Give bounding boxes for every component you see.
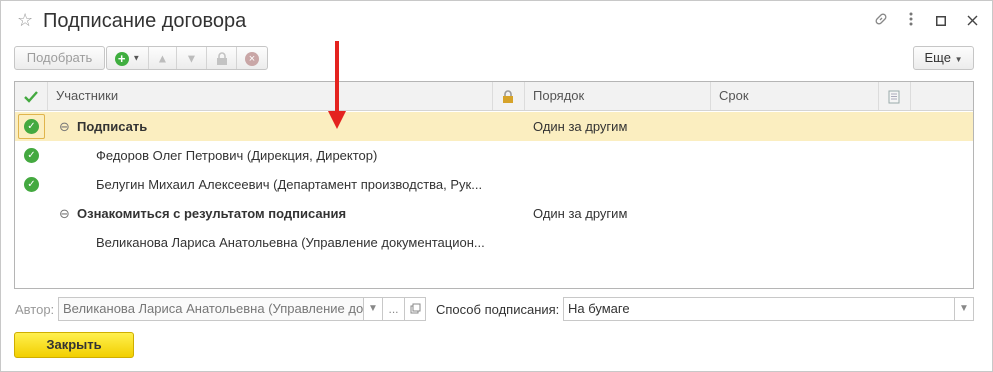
author-field[interactable]: Великанова Лариса Анатольевна (Управлени… [58,297,364,321]
method-dropdown-button[interactable]: ▼ [954,297,974,321]
column-participants[interactable]: Участники [48,82,493,110]
column-deadline[interactable]: Срок [711,82,879,110]
order-value: Один за другим [533,206,628,221]
arrow-up-icon: ▲ [156,51,169,66]
checkbox-column-header[interactable] [15,82,48,110]
table-row[interactable]: ✓ ⊖ Подписать Один за другим [15,112,973,141]
more-vert-icon[interactable] [901,11,921,31]
method-label: Способ подписания: [436,302,560,317]
lock-icon [503,89,513,103]
check-circle-icon[interactable]: ✓ [24,148,39,163]
delete-icon: × [245,51,259,66]
chevron-down-icon: ▼ [959,303,969,314]
more-button[interactable]: Еще ▼ [913,46,974,70]
add-icon: + [114,51,129,66]
table-row[interactable]: ✓ Федоров Олег Петрович (Дирекция, Дирек… [15,141,973,170]
participant-name: Федоров Олег Петрович (Дирекция, Директо… [96,148,378,163]
collapse-icon[interactable]: ⊖ [59,112,70,141]
document-icon [888,90,900,104]
author-label: Автор: [15,302,55,317]
table-header: Участники Порядок Срок [15,82,973,111]
toolbar-button-group: + ▼ ▲ ▼ × [106,46,268,70]
chevron-down-icon: ▼ [954,55,963,64]
title-bar: ☆ Подписание договора [1,1,992,41]
participants-table: Участники Порядок Срок ✓ ⊖ Подписать Оди… [14,81,974,289]
check-circle-icon[interactable]: ✓ [24,177,39,192]
annotation-arrow [335,41,339,113]
participant-name: Ознакомиться с результатом подписания [77,206,347,221]
check-circle-icon[interactable]: ✓ [24,119,39,134]
delete-button[interactable]: × [237,47,267,69]
close-button[interactable]: Закрыть [14,332,134,358]
signing-method-field[interactable]: На бумаге [563,297,955,321]
comment-column-header[interactable] [879,82,911,110]
author-select-button[interactable]: ... [382,297,405,321]
author-open-button[interactable] [404,297,426,321]
participant-name: Великанова Лариса Анатольевна (Управлени… [96,235,485,250]
maximize-icon[interactable] [931,11,951,31]
column-order[interactable]: Порядок [525,82,711,110]
table-row[interactable]: ✓ Белугин Михаил Алексеевич (Департамент… [15,170,973,199]
chevron-down-icon: ▼ [368,303,378,314]
participant-name: Подписать [77,119,148,134]
collapse-icon[interactable]: ⊖ [59,199,70,228]
pick-button[interactable]: Подобрать [14,46,105,70]
add-button[interactable]: + ▼ [107,47,149,69]
arrow-down-icon: ▼ [185,51,198,66]
order-value: Один за другим [533,119,628,134]
link-icon[interactable] [871,11,891,31]
participant-name: Белугин Михаил Алексеевич (Департамент п… [96,177,483,192]
table-row[interactable]: Великанова Лариса Анатольевна (Управлени… [15,228,973,257]
author-dropdown-button[interactable]: ▼ [363,297,383,321]
lock-button[interactable] [207,47,237,69]
more-button-label: Еще [924,50,951,65]
lock-icon [216,51,227,65]
annotation-arrow-head [328,111,346,129]
close-icon[interactable] [962,11,982,31]
move-down-button[interactable]: ▼ [177,47,207,69]
open-icon [410,303,420,314]
lock-column-header[interactable] [493,82,525,110]
window-title: Подписание договора [43,10,247,32]
table-row[interactable]: ⊖ Ознакомиться с результатом подписания … [15,199,973,228]
star-icon[interactable]: ☆ [17,11,33,29]
checkmark-icon [24,90,38,103]
dialog-window: ☆ Подписание договора Подобрать + ▼ ▲ ▼ [0,0,993,372]
dropdown-arrow-icon: ▼ [132,53,141,63]
move-up-button[interactable]: ▲ [149,47,177,69]
